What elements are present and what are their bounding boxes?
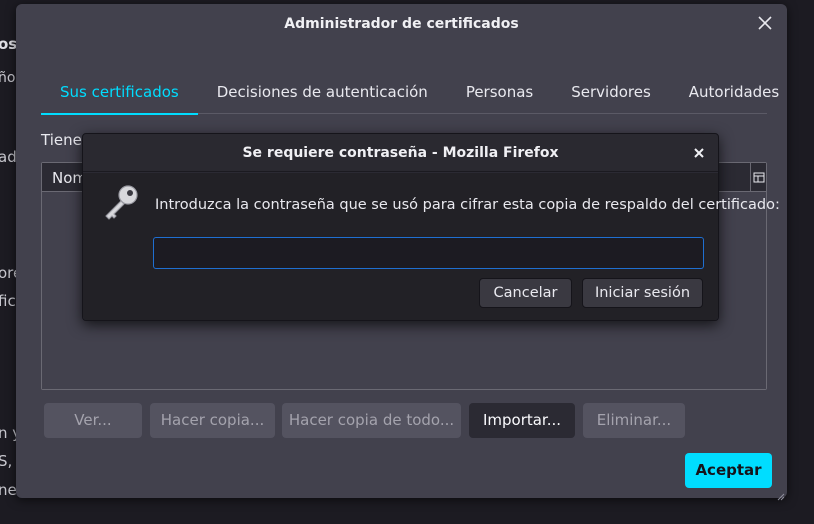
- key-icon: [100, 182, 142, 222]
- dialog-title: Se requiere contraseña - Mozilla Firefox: [242, 145, 559, 161]
- view-button[interactable]: Ver...: [44, 403, 142, 438]
- password-dialog: Se requiere contraseña - Mozilla Firefox…: [82, 133, 780, 321]
- tab-authentication-decisions[interactable]: Decisiones de autenticación: [198, 75, 447, 114]
- tab-servers[interactable]: Servidores: [552, 75, 670, 114]
- background-text: ne: [0, 481, 17, 499]
- tab-your-certificates[interactable]: Sus certificados: [41, 75, 198, 115]
- accept-button[interactable]: Aceptar: [685, 453, 772, 488]
- dialog-message: Introduzca la contraseña que se usó para…: [155, 197, 780, 213]
- window-title: Administrador de certificados: [284, 16, 519, 32]
- background-text: S,: [0, 452, 13, 470]
- import-button[interactable]: Importar...: [469, 403, 575, 438]
- dialog-titlebar: Se requiere contraseña - Mozilla Firefox: [83, 134, 718, 172]
- description-text: Tiene: [41, 131, 82, 149]
- backup-button[interactable]: Hacer copia...: [150, 403, 275, 438]
- close-icon[interactable]: [692, 145, 706, 159]
- cancel-button[interactable]: Cancelar: [479, 278, 572, 308]
- close-icon[interactable]: [755, 13, 775, 33]
- dialog-body: Introduzca la contraseña que se usó para…: [83, 173, 780, 320]
- tab-bar: Sus certificados Decisiones de autentica…: [41, 75, 779, 115]
- delete-button[interactable]: Eliminar...: [583, 403, 685, 438]
- resize-grip-icon[interactable]: [775, 486, 785, 501]
- password-input[interactable]: [153, 237, 704, 269]
- backup-all-button[interactable]: Hacer copia de todo...: [282, 403, 461, 438]
- column-picker-icon[interactable]: [750, 163, 766, 192]
- login-button[interactable]: Iniciar sesión: [582, 278, 703, 308]
- tab-authorities[interactable]: Autoridades: [670, 75, 798, 114]
- background-text: fic: [0, 292, 16, 310]
- tab-people[interactable]: Personas: [447, 75, 552, 114]
- background-text: os: [0, 35, 18, 53]
